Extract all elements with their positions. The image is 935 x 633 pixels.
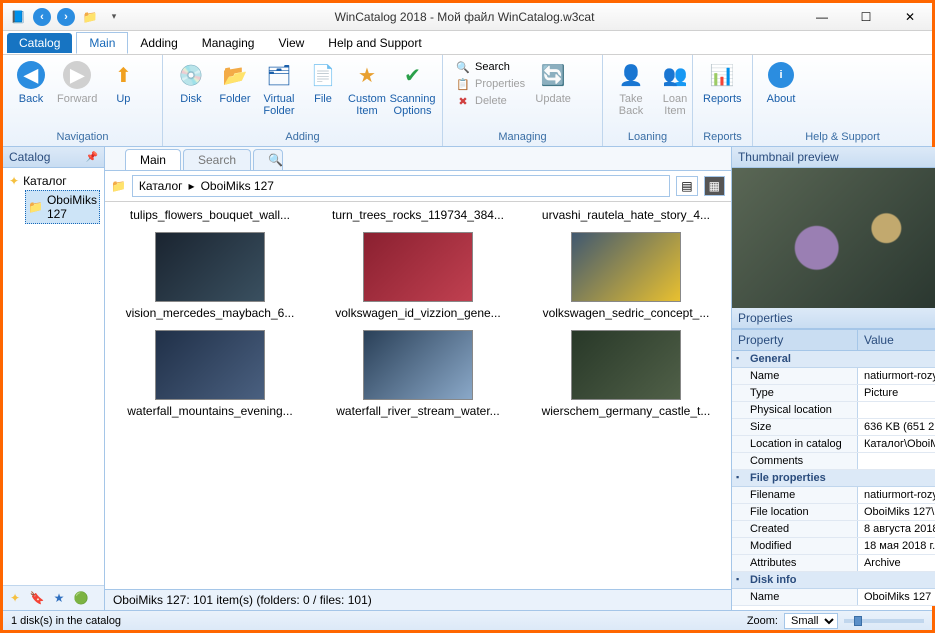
up-button[interactable]: ⬆Up: [101, 57, 145, 107]
prop-row: Namenatiurmort-rozy-noty-...: [732, 368, 935, 385]
search-button[interactable]: 🔍Search: [455, 59, 525, 75]
filter-fav-icon[interactable]: ★: [50, 589, 68, 607]
folder-button[interactable]: 📂Folder: [213, 57, 257, 107]
update-button[interactable]: 🔄Update: [531, 57, 575, 107]
tree-root[interactable]: ✦Каталог: [7, 172, 100, 190]
properties-button[interactable]: 📋Properties: [455, 76, 525, 92]
ribbon-group-loaning: Loaning: [603, 129, 692, 146]
breadcrumb[interactable]: Каталог ▸ OboiMiks 127: [132, 175, 670, 197]
take-back-button[interactable]: 👤Take Back: [609, 57, 653, 119]
ribbon-group-navigation: Navigation: [3, 129, 162, 146]
list-item[interactable]: waterfall_mountains_evening...: [115, 330, 305, 418]
center-tab-extra[interactable]: 🔍: [253, 149, 283, 170]
qa-forward-icon[interactable]: ›: [55, 6, 77, 28]
list-item[interactable]: turn_trees_rocks_119734_384...: [323, 208, 513, 222]
prop-col-property: Property: [732, 330, 858, 350]
close-button[interactable]: ✕: [888, 3, 932, 31]
filter-tag-icon[interactable]: 🔖: [28, 589, 46, 607]
about-button[interactable]: iAbout: [759, 57, 803, 107]
disk-button[interactable]: 💿Disk: [169, 57, 213, 107]
custom-item-button[interactable]: ★Custom Item: [345, 57, 389, 119]
qa-dropdown-icon[interactable]: ▾: [103, 6, 125, 28]
catalog-panel-title: Catalog: [9, 150, 50, 164]
ribbon-group-adding: Adding: [163, 129, 442, 146]
tab-help[interactable]: Help and Support: [316, 33, 433, 53]
thumbnail-preview: [732, 168, 935, 308]
prop-row: TypePicture: [732, 385, 935, 402]
view-thumb-icon[interactable]: ▦: [704, 176, 725, 196]
folder-icon: 📁: [28, 200, 43, 214]
center-status: OboiMiks 127: 101 item(s) (folders: 0 / …: [105, 589, 731, 610]
view-list-icon[interactable]: ▤: [676, 176, 697, 196]
ribbon-group-help: Help & Support: [753, 129, 932, 146]
virtual-folder-button[interactable]: 🗂Virtual Folder: [257, 57, 301, 119]
maximize-button[interactable]: ☐: [844, 3, 888, 31]
file-grid: tulips_flowers_bouquet_wall... turn_tree…: [105, 202, 731, 589]
prop-row: Modified18 мая 2018 г.. 21:...: [732, 538, 935, 555]
delete-button[interactable]: ✖Delete: [455, 93, 525, 109]
tab-managing[interactable]: Managing: [190, 33, 267, 53]
forward-button[interactable]: ▶Forward: [53, 57, 101, 107]
prop-section-disk[interactable]: Disk info: [732, 572, 935, 589]
prop-section-general[interactable]: General: [732, 351, 935, 368]
tab-catalog[interactable]: Catalog: [7, 33, 72, 53]
prop-row: Location in catalogКаталог\OboiMiks: [732, 436, 935, 453]
ribbon-group-reports: Reports: [693, 129, 752, 146]
reports-button[interactable]: 📊Reports: [699, 57, 746, 107]
tree-child-oboimiks[interactable]: 📁OboiMiks 127: [25, 190, 100, 224]
zoom-label: Zoom:: [747, 615, 778, 627]
status-disk-count: 1 disk(s) in the catalog: [11, 615, 121, 627]
tab-adding[interactable]: Adding: [128, 33, 189, 53]
tab-view[interactable]: View: [266, 33, 316, 53]
list-item[interactable]: urvashi_rautela_hate_story_4...: [531, 208, 721, 222]
filter-people-icon[interactable]: 🟢: [72, 589, 90, 607]
prop-section-file[interactable]: File properties: [732, 470, 935, 487]
center-tab-search[interactable]: Search: [183, 149, 251, 170]
list-item[interactable]: vision_mercedes_maybach_6...: [115, 232, 305, 320]
thumbnail-panel-title: Thumbnail preview: [738, 150, 839, 164]
minimize-button[interactable]: —: [800, 3, 844, 31]
prop-row: NameOboiMiks 127: [732, 589, 935, 606]
zoom-select[interactable]: Small: [784, 613, 838, 629]
tab-main[interactable]: Main: [76, 32, 128, 54]
file-button[interactable]: 📄File: [301, 57, 345, 107]
list-item[interactable]: wierschem_germany_castle_t...: [531, 330, 721, 418]
prop-col-value: Value: [858, 330, 900, 350]
breadcrumb-folder-icon: 📁: [111, 179, 126, 193]
center-tab-main[interactable]: Main: [125, 149, 181, 170]
list-item[interactable]: tulips_flowers_bouquet_wall...: [115, 208, 305, 222]
qa-folder-icon[interactable]: 📁: [79, 6, 101, 28]
prop-row: AttributesArchive: [732, 555, 935, 572]
prop-row: Comments: [732, 453, 935, 470]
prop-row: Created8 августа 2018 г. 7...: [732, 521, 935, 538]
prop-row: Physical location: [732, 402, 935, 419]
list-item[interactable]: waterfall_river_stream_water...: [323, 330, 513, 418]
prop-row: Size636 KB (651 218 By...: [732, 419, 935, 436]
prop-row: Filenamenatiurmort-rozy-noty-...: [732, 487, 935, 504]
list-item[interactable]: volkswagen_sedric_concept_...: [531, 232, 721, 320]
zoom-slider[interactable]: [844, 619, 924, 623]
filter-star-icon[interactable]: ✦: [6, 589, 24, 607]
qa-back-icon[interactable]: ‹: [31, 6, 53, 28]
window-title: WinCatalog 2018 - Мой файл WinCatalog.w3…: [129, 10, 800, 24]
catalog-panel-pin-icon[interactable]: 📌: [86, 152, 98, 163]
back-button[interactable]: ◀Back: [9, 57, 53, 107]
properties-panel-title: Properties: [738, 311, 793, 325]
list-item[interactable]: volkswagen_id_vizzion_gene...: [323, 232, 513, 320]
loan-item-button[interactable]: 👥Loan Item: [653, 57, 697, 119]
prop-row: File locationOboiMiks 127\natiu...: [732, 504, 935, 521]
scanning-options-button[interactable]: ✔Scanning Options: [389, 57, 436, 119]
app-icon: 📘: [7, 6, 29, 28]
star-icon: ✦: [9, 174, 19, 188]
ribbon-group-managing: Managing: [443, 129, 602, 146]
